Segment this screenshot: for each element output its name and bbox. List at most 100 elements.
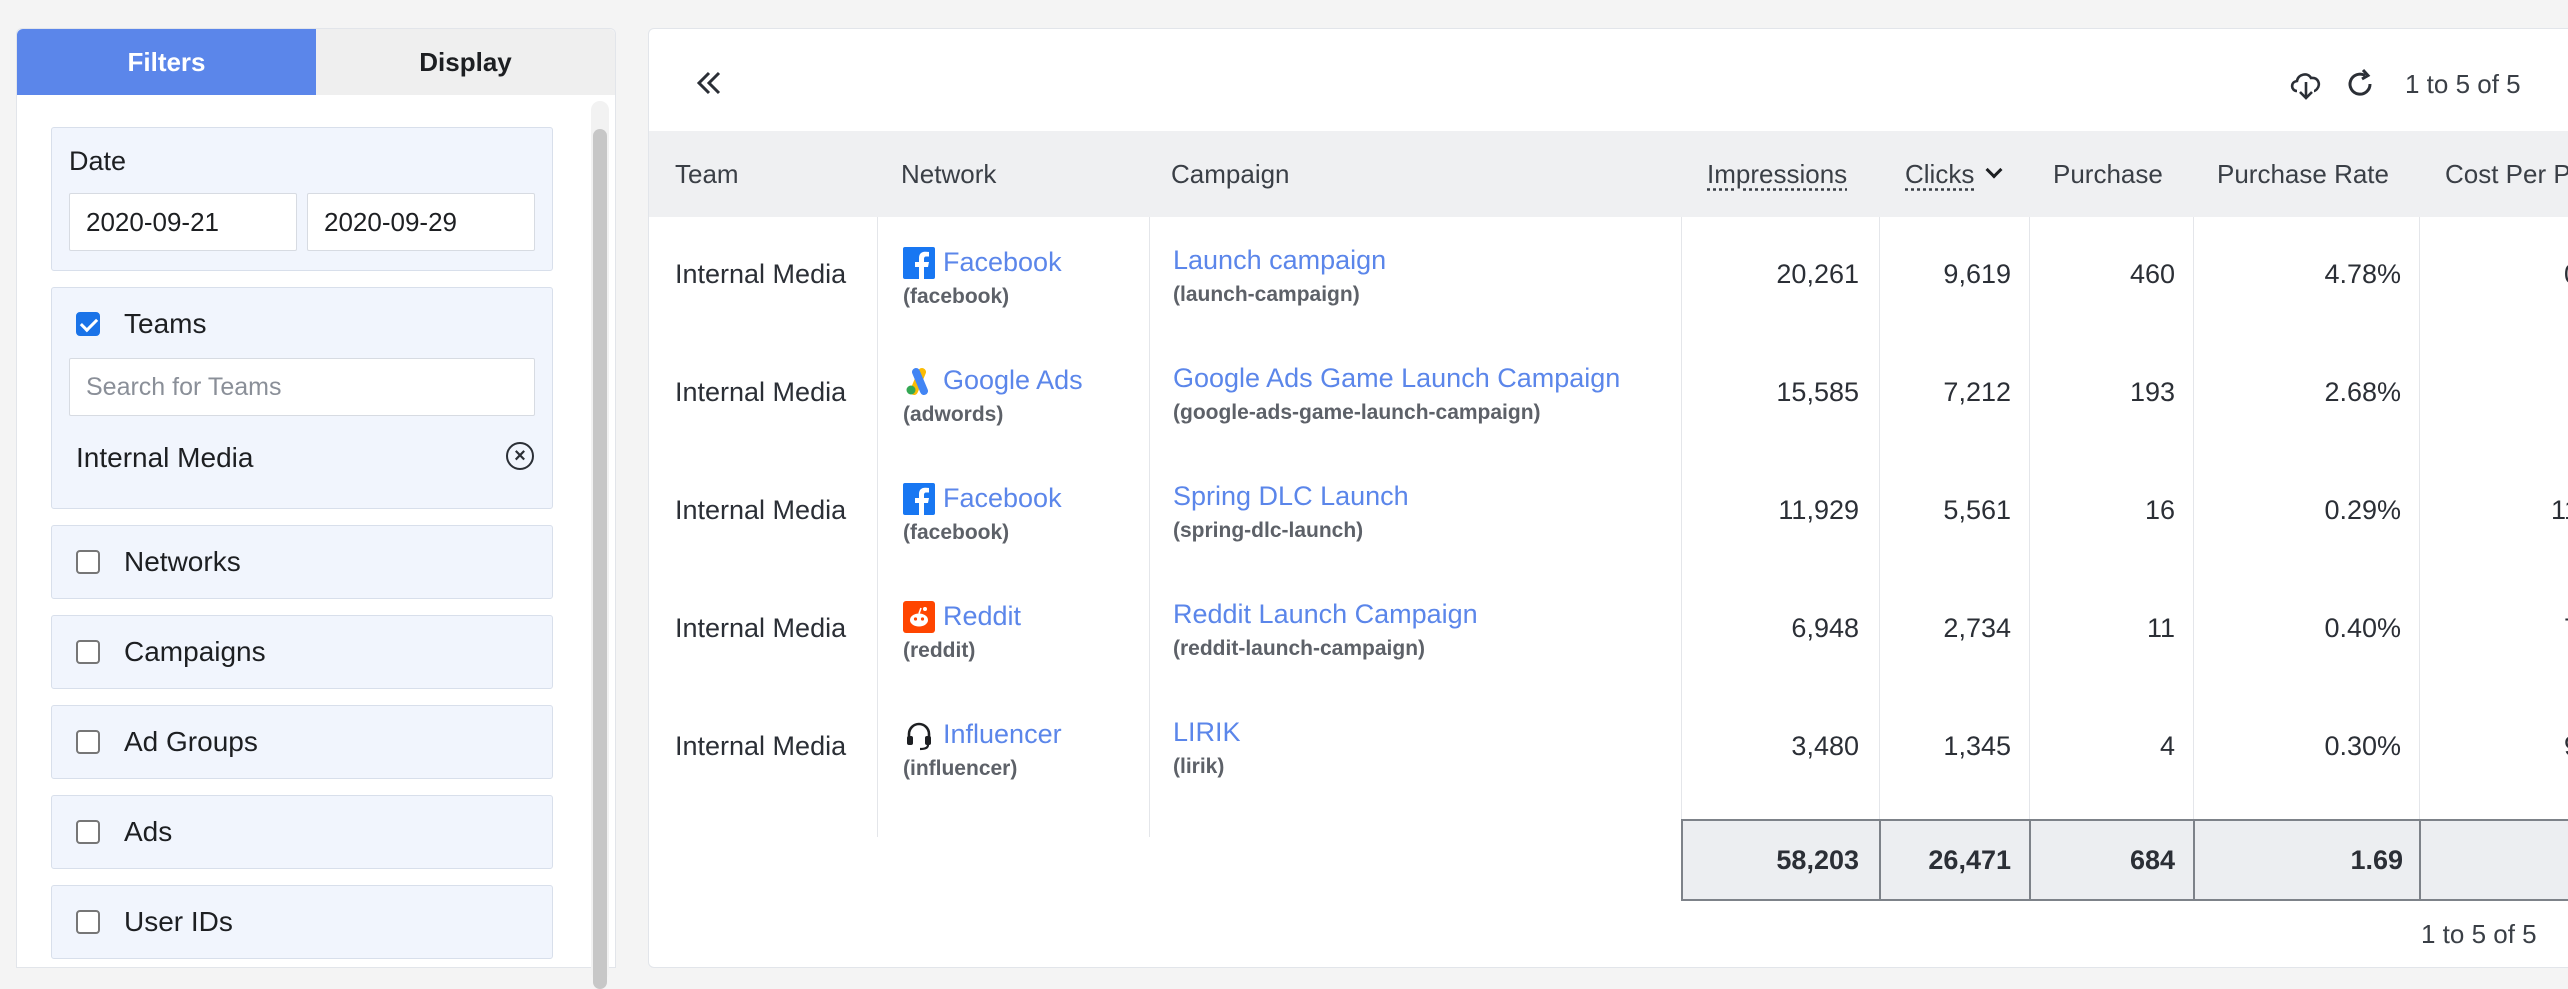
cell-purchase: 460 [2129,259,2175,289]
network-link[interactable]: Facebook [943,247,1062,278]
col-clicks[interactable]: Clicks [1905,159,1974,190]
ad-groups-checkbox[interactable] [76,730,100,754]
ads-filter[interactable]: Ads [51,795,553,869]
col-divider [2419,217,2420,837]
cell-clicks: 5,561 [1943,495,2011,525]
col-purchase-rate[interactable]: Purchase Rate [2217,131,2389,217]
cell-cost-per: 11 [2550,495,2568,525]
network-link[interactable]: Facebook [943,483,1062,514]
remove-circle-icon[interactable]: × [506,442,534,470]
cell-purchase-rate: 4.78% [2324,259,2401,289]
cell-purchase: 193 [2129,377,2175,407]
col-divider [1681,217,1682,837]
total-purchase-rate: 1.69 [2350,844,2403,875]
user-ids-label: User IDs [124,906,233,937]
campaign-id: (launch-campaign) [1173,283,1360,306]
ads-label: Ads [124,816,173,847]
cell-purchase-rate: 2.68% [2324,377,2401,407]
cloud-download-icon[interactable] [2287,65,2325,103]
col-divider [2029,217,2030,837]
user-ids-filter[interactable]: User IDs [51,885,553,959]
networks-checkbox[interactable] [76,550,100,574]
cell-clicks: 9,619 [1943,259,2011,289]
cell-team: Internal Media [675,613,847,643]
campaigns-checkbox[interactable] [76,640,100,664]
facebook-icon [903,483,935,515]
facebook-icon [903,247,935,279]
cell-team: Internal Media [675,495,847,525]
campaign-id: (google-ads-game-launch-campaign) [1173,401,1541,424]
tab-display[interactable]: Display [316,29,615,95]
campaign-id: (lirik) [1173,755,1225,778]
totals-divider [2419,821,2421,899]
ad-groups-filter[interactable]: Ad Groups [51,705,553,779]
cell-impressions: 6,948 [1791,613,1859,643]
col-purchase[interactable]: Purchase [2053,131,2163,217]
cell-purchase-rate: 0.29% [2324,495,2401,525]
ads-checkbox[interactable] [76,820,100,844]
col-divider [877,217,878,837]
col-cost-per[interactable]: Cost Per P [2445,131,2568,217]
start-date-input[interactable]: 2020-09-21 [69,193,297,251]
campaign-link[interactable]: Launch campaign [1173,245,1386,276]
teams-checkbox[interactable] [76,312,100,336]
cell-impressions: 20,261 [1776,259,1859,289]
cell-clicks: 7,212 [1943,377,2011,407]
col-network[interactable]: Network [901,131,996,217]
teams-search-input[interactable]: Search for Teams [69,358,535,416]
campaign-link[interactable]: Spring DLC Launch [1173,481,1409,512]
campaigns-filter[interactable]: Campaigns [51,615,553,689]
cell-clicks: 1,345 [1943,731,2011,761]
col-clicks-wrap[interactable]: Clicks [1905,131,2003,217]
total-impressions: 58,203 [1776,844,1859,875]
end-date-input[interactable]: 2020-09-29 [307,193,535,251]
tab-filters[interactable]: Filters [17,29,316,95]
filter-panel: Filters Display Date 2020-09-21 2020-09-… [16,28,616,989]
campaign-id: (reddit-launch-campaign) [1173,637,1426,660]
cell-purchase: 4 [2159,731,2175,761]
network-id: (adwords) [903,403,1004,426]
cell-purchase: 11 [2146,613,2175,643]
cell-impressions: 3,480 [1791,731,1859,761]
campaign-id: (spring-dlc-launch) [1173,519,1364,542]
cell-impressions: 11,929 [1778,495,1859,525]
report-panel: 1 to 5 of 5 Team Network Campaign Impres… [648,28,2568,968]
col-divider [1149,217,1150,837]
network-link[interactable]: Reddit [943,601,1021,632]
networks-filter[interactable]: Networks [51,525,553,599]
total-clicks: 26,471 [1928,844,2011,875]
campaign-link[interactable]: LIRIK [1173,717,1241,748]
refresh-icon[interactable] [2341,65,2379,103]
chevron-down-icon[interactable] [1985,161,2003,179]
campaign-link[interactable]: Reddit Launch Campaign [1173,599,1478,630]
cell-cost-per: 7 [2427,613,2568,644]
collapse-left-icon[interactable] [691,65,727,101]
table-header: Team Network Campaign Impressions Clicks… [649,131,2568,217]
cell-clicks: 2,734 [1943,613,2011,643]
col-divider [2193,217,2194,837]
user-ids-checkbox[interactable] [76,910,100,934]
reddit-icon [903,601,935,633]
cell-cost-per: 9 [2427,731,2568,762]
col-divider [1879,217,1880,837]
cell-cost-per: 0 [2427,259,2568,290]
cell-team: Internal Media [675,731,847,761]
total-purchase: 684 [2129,844,2175,875]
totals-row: 58,203 26,471 684 1.69 [1681,819,2568,901]
network-id: (influencer) [903,757,1018,780]
network-id: (facebook) [903,285,1010,308]
cell-purchase-rate: 0.40% [2324,613,2401,643]
networks-label: Networks [124,546,241,577]
col-team[interactable]: Team [675,131,739,217]
campaign-link[interactable]: Google Ads Game Launch Campaign [1173,363,1620,394]
network-link[interactable]: Google Ads [943,365,1083,396]
network-link[interactable]: Influencer [943,719,1062,750]
cell-purchase: 16 [2144,495,2175,525]
panel-tabs: Filters Display [17,29,615,95]
scrollbar-thumb[interactable] [593,129,607,989]
google-ads-icon [906,368,928,395]
date-filter: Date 2020-09-21 2020-09-29 [51,127,553,271]
col-campaign[interactable]: Campaign [1171,131,1290,217]
col-impressions[interactable]: Impressions [1707,131,1847,217]
date-label: Date [69,146,127,176]
